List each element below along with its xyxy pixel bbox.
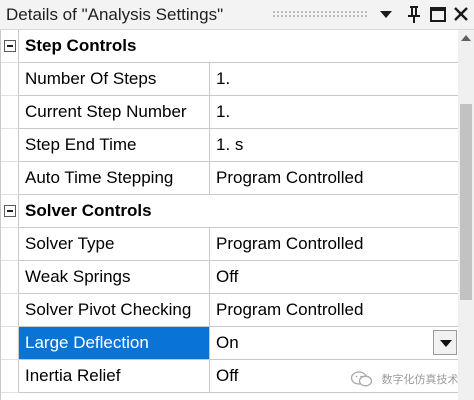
property-name: Solver Type [19, 228, 210, 261]
titlebar-drag-grip[interactable] [272, 10, 368, 18]
scrollbar-thumb[interactable] [460, 104, 472, 300]
details-property-grid: Step Controls Number Of Steps 1. Current… [0, 30, 459, 400]
group-header-solver-controls[interactable]: Solver Controls [1, 195, 459, 228]
property-name: Current Step Number [19, 96, 210, 129]
property-value[interactable]: Program Controlled [210, 162, 459, 195]
property-value-dropdown[interactable]: On [210, 327, 459, 360]
group-header-step-controls[interactable]: Step Controls [1, 30, 459, 63]
indent-cell [1, 63, 19, 96]
indent-cell [1, 327, 19, 360]
collapse-toggle-icon[interactable] [4, 40, 16, 52]
group-label: Solver Controls [19, 195, 459, 228]
watermark: 数字化仿真技术 [350, 370, 459, 390]
indent-cell [1, 261, 19, 294]
indent-cell [1, 162, 19, 195]
scroll-up-arrow-icon[interactable] [458, 30, 474, 48]
property-row-step-end-time[interactable]: Step End Time 1. s [1, 129, 459, 162]
collapse-toggle-icon[interactable] [4, 205, 16, 217]
indent-cell [1, 228, 19, 261]
indent-cell [1, 129, 19, 162]
panel-title: Details of "Analysis Settings" [6, 5, 224, 24]
property-value[interactable]: Program Controlled [210, 228, 459, 261]
pin-icon[interactable] [404, 4, 424, 24]
watermark-text: 数字化仿真技术 [381, 373, 459, 386]
property-value[interactable]: Off [210, 261, 459, 294]
property-value[interactable]: 1. [210, 96, 459, 129]
property-name: Auto Time Stepping [19, 162, 210, 195]
vertical-scrollbar[interactable] [458, 30, 474, 400]
property-name: Inertia Relief [19, 360, 210, 393]
close-icon[interactable] [451, 4, 471, 24]
maximize-icon[interactable] [428, 4, 448, 24]
group-label: Step Controls [19, 30, 459, 63]
property-row-current-step-number[interactable]: Current Step Number 1. [1, 96, 459, 129]
property-name: Step End Time [19, 129, 210, 162]
property-row-solver-type[interactable]: Solver Type Program Controlled [1, 228, 459, 261]
dropdown-selected-value: On [216, 333, 239, 352]
property-name: Solver Pivot Checking [19, 294, 210, 327]
indent-cell [1, 96, 19, 129]
property-name: Weak Springs [19, 261, 210, 294]
details-panel-titlebar: Details of "Analysis Settings" [0, 0, 474, 30]
indent-cell [1, 294, 19, 327]
property-name: Number Of Steps [19, 63, 210, 96]
wechat-logo-icon [350, 370, 374, 388]
property-value[interactable]: 1. [210, 63, 459, 96]
expander-cell [1, 195, 19, 228]
property-row-number-of-steps[interactable]: Number Of Steps 1. [1, 63, 459, 96]
property-value[interactable]: Program Controlled [210, 294, 459, 327]
property-name: Large Deflection [19, 327, 210, 360]
dropdown-arrow-button[interactable] [433, 330, 457, 355]
expander-cell [1, 30, 19, 63]
property-row-solver-pivot-checking[interactable]: Solver Pivot Checking Program Controlled [1, 294, 459, 327]
property-row-large-deflection[interactable]: Large Deflection On [1, 327, 459, 360]
dropdown-arrow-icon[interactable] [376, 4, 396, 24]
property-row-auto-time-stepping[interactable]: Auto Time Stepping Program Controlled [1, 162, 459, 195]
indent-cell [1, 360, 19, 393]
property-row-weak-springs[interactable]: Weak Springs Off [1, 261, 459, 294]
property-value[interactable]: 1. s [210, 129, 459, 162]
